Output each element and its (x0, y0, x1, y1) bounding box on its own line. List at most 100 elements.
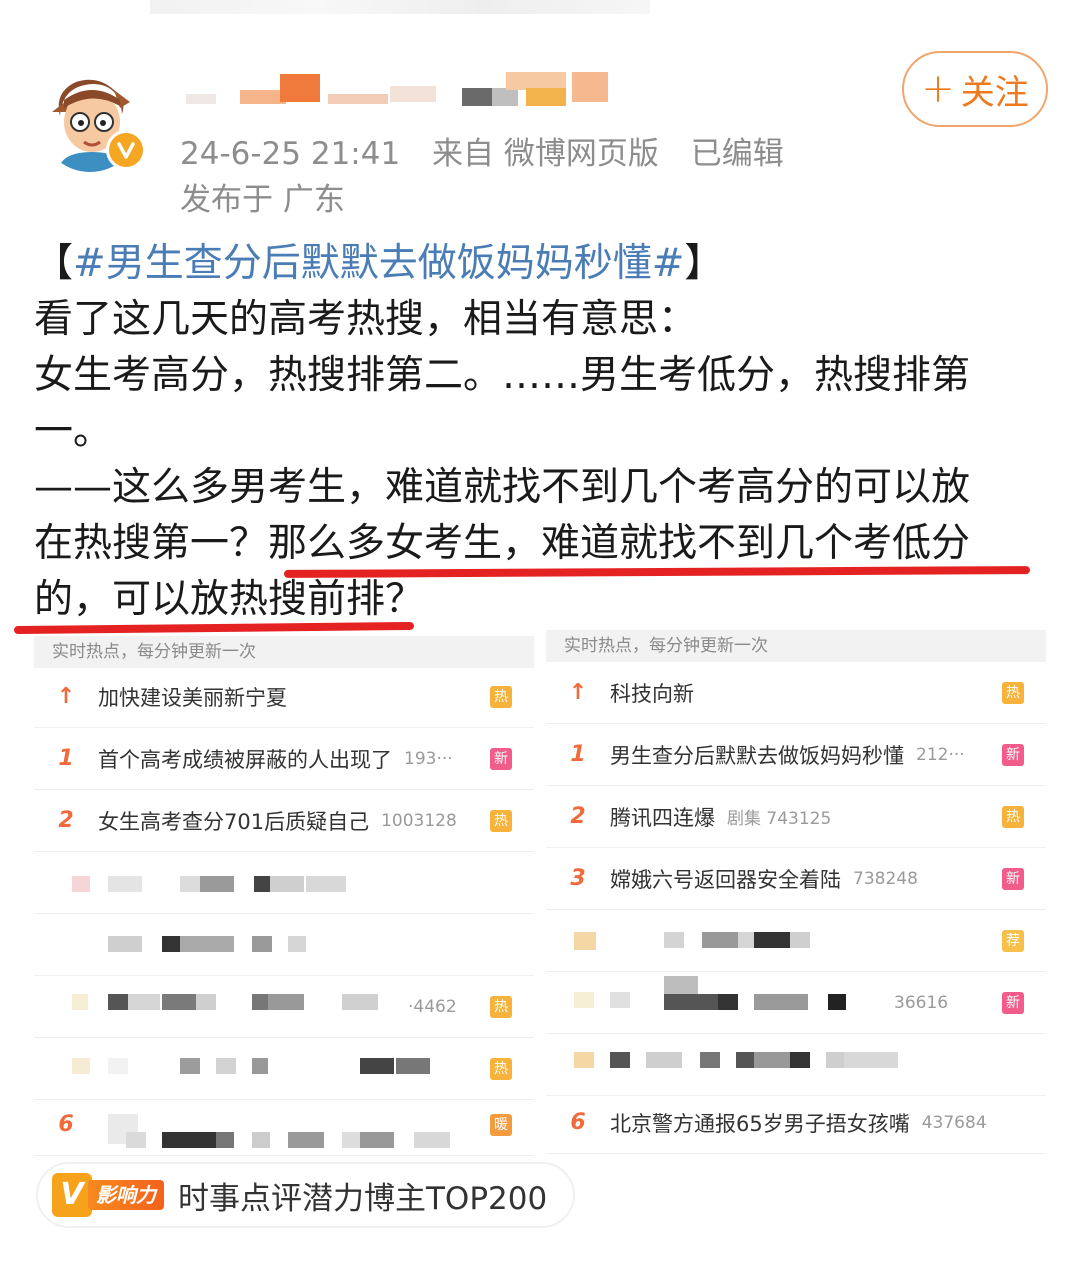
redacted-mosaic (288, 936, 306, 952)
hot-tag-icon: 热 (490, 1057, 512, 1080)
post-line: 看了这几天的高考热搜，相当有意思： (34, 297, 698, 342)
redacted-mosaic (216, 1058, 236, 1074)
redacted-mosaic (162, 1132, 216, 1148)
hot-search-title: 首个高考成绩被屏蔽的人出现了 (98, 747, 392, 772)
hot-search-row[interactable]: 2 腾讯四连爆 剧集 743125 热 (546, 786, 1046, 848)
hot-tag-icon: 热 (490, 685, 512, 708)
redacted-mosaic (252, 936, 272, 952)
hot-search-row[interactable]: 3 嫦娥六号返回器安全着陆 738248 新 (546, 848, 1046, 910)
hot-search-row[interactable]: ↑ 加快建设美丽新宁夏 热 (34, 666, 534, 728)
redacted-mosaic (126, 1132, 146, 1148)
hot-search-title: 腾讯四连爆 (610, 805, 715, 830)
redacted-mosaic (270, 876, 304, 892)
hot-tag-icon: 热 (1002, 805, 1024, 828)
hot-search-title: 男生查分后默默去做饭妈妈秒懂 (610, 743, 904, 768)
redacted-mosaic (754, 994, 808, 1010)
hot-search-rank: 1 (58, 746, 74, 771)
hot-search-row[interactable]: 1 首个高考成绩被屏蔽的人出现了 193··· 新 (34, 728, 534, 790)
post-line: ——这么多男考生，难道就找不到几个考高分的可以放 (34, 465, 971, 510)
nuan-tag-icon: 暖 (490, 1113, 512, 1136)
redacted-mosaic (664, 932, 684, 948)
pin-top-icon: ↑ (56, 684, 76, 709)
redacted-mosaic (216, 1132, 234, 1148)
post-meta: 24-6-25 21:41 来自 微博网页版 已编辑 (180, 128, 806, 173)
hot-search-row[interactable]: 6 北京警方通报65岁男子捂女孩嘴 437684 (546, 1092, 1046, 1154)
hot-search-row[interactable] (34, 914, 534, 976)
redacted-mosaic (396, 1058, 430, 1074)
redacted-mosaic (574, 992, 594, 1008)
redacted-mosaic (306, 876, 346, 892)
hot-search-rank: 1 (570, 742, 586, 767)
redacted-mosaic (342, 1132, 362, 1148)
hot-search-count: 1003128 (381, 810, 457, 831)
hot-search-row[interactable] (546, 1034, 1046, 1096)
hot-search-rank: 6 (570, 1110, 586, 1135)
hot-search-row[interactable]: ↑ 科技向新 热 (546, 662, 1046, 724)
influence-badge[interactable]: V 影响力 时事点评潜力博主TOP200 (36, 1162, 576, 1228)
post-line: 的，可以放热搜前排？ (34, 577, 425, 622)
redacted-mosaic (574, 1052, 594, 1068)
post-line: 在热搜第一？那么多女考生，难道就找不到几个考低分 (34, 521, 971, 566)
hot-search-row[interactable]: 6暖 (34, 1094, 534, 1156)
plus-icon: + (921, 66, 955, 112)
redacted-mosaic (790, 932, 810, 948)
hot-search-row[interactable]: 2 女生高考查分701后质疑自己 1003128 热 (34, 790, 534, 852)
topic-link[interactable]: #男生查分后默默去做饭妈妈秒懂# (73, 241, 684, 286)
redacted-mosaic (646, 1052, 682, 1068)
redacted-mosaic (252, 1058, 268, 1074)
redacted-mosaic (252, 994, 268, 1010)
redacted-mosaic (108, 876, 142, 892)
redacted-mosaic (72, 994, 88, 1010)
hot-search-row[interactable]: 荐 (546, 910, 1046, 972)
hot-search-title: 科技向新 (610, 681, 694, 706)
redacted-mosaic (162, 994, 196, 1010)
redacted-mosaic (180, 876, 200, 892)
redacted-mosaic (180, 1058, 200, 1074)
hot-search-rank: 2 (58, 808, 74, 833)
hot-search-row[interactable] (34, 852, 534, 914)
redacted-mosaic (790, 1052, 810, 1068)
redacted-mosaic (72, 1058, 90, 1074)
redacted-mosaic (254, 876, 270, 892)
hot-search-count: ·4462 (408, 996, 457, 1017)
redacted-mosaic (196, 994, 216, 1010)
hot-search-title: 加快建设美丽新宁夏 (98, 685, 287, 710)
post-line: 女生考高分，热搜排第二。……男生考低分，热搜排第 (34, 353, 971, 398)
redacted-mosaic (108, 994, 128, 1010)
follow-button[interactable]: + 关注 (902, 51, 1048, 127)
redacted-mosaic (360, 1132, 394, 1148)
post-edited[interactable]: 已编辑 (691, 136, 784, 172)
username-redacted[interactable] (180, 72, 620, 108)
jian-tag-icon: 荐 (1002, 929, 1024, 952)
post-source[interactable]: 来自 微博网页版 (432, 136, 659, 172)
redacted-mosaic (108, 936, 142, 952)
top-blur-strip (150, 0, 650, 14)
hot-tag-icon: 热 (490, 995, 512, 1018)
redacted-mosaic (342, 994, 378, 1010)
hot-search-count: 212··· (916, 744, 965, 765)
new-tag-icon: 新 (490, 747, 512, 770)
redacted-mosaic (162, 936, 180, 952)
new-tag-icon: 新 (1002, 991, 1024, 1014)
redacted-mosaic (610, 1052, 630, 1068)
post-location: 发布于 广东 (180, 182, 345, 218)
redacted-mosaic (574, 932, 596, 950)
influence-logo: V 影响力 (52, 1173, 164, 1217)
hot-search-rank: 2 (570, 804, 586, 829)
verified-badge-icon (106, 130, 146, 170)
hot-search-row[interactable]: 1 男生查分后默默去做饭妈妈秒懂 212··· 新 (546, 724, 1046, 786)
redacted-mosaic (700, 1052, 720, 1068)
redacted-mosaic (252, 1132, 270, 1148)
redacted-mosaic (610, 992, 630, 1008)
hot-search-rank: 6 (58, 1112, 74, 1137)
hot-search-row[interactable]: 热 (34, 1038, 534, 1100)
influence-label: 影响力 (88, 1180, 164, 1210)
redacted-mosaic (414, 1132, 450, 1148)
hot-search-row[interactable]: 36616 新 (546, 972, 1046, 1034)
hot-tag-icon: 热 (1002, 681, 1024, 704)
hot-search-rank: 3 (570, 866, 586, 891)
hot-search-count: 738248 (853, 868, 918, 889)
hot-search-row[interactable]: ·4462 热 (34, 976, 534, 1038)
hot-search-count: 437684 (921, 1112, 987, 1133)
new-tag-icon: 新 (1002, 867, 1024, 890)
